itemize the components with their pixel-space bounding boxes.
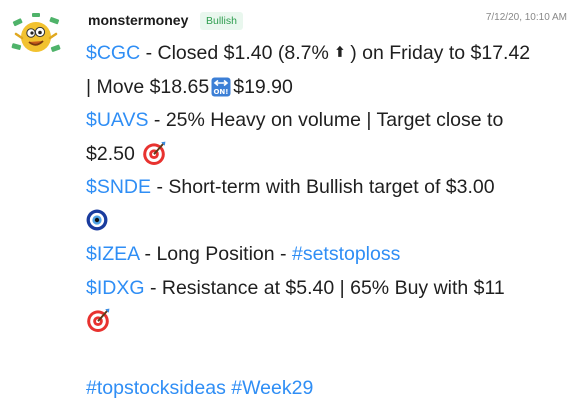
post-line bbox=[86, 305, 566, 339]
post-body: $CGC - Closed $1.40 (8.7% ) on Friday to… bbox=[86, 37, 566, 406]
username[interactable]: monstermoney bbox=[88, 12, 188, 28]
direct-hit-emoji-icon bbox=[143, 141, 166, 165]
post-line: #topstocksideas #Week29 bbox=[86, 372, 566, 406]
post-text: - Resistance at $5.40 | 65% Buy with $11 bbox=[144, 276, 505, 299]
direct-hit-emoji-icon bbox=[87, 308, 110, 332]
stocktwits-post: monstermoney Bullish 7/12/20, 10:10 AM $… bbox=[0, 0, 575, 402]
ticker-link-snde[interactable]: $SNDE bbox=[86, 176, 151, 198]
on-arrow-emoji-icon: ON! bbox=[211, 77, 231, 96]
post-line: | Move $18.65 ON! $19.90 bbox=[86, 71, 566, 105]
ticker-link-izea[interactable]: $IZEA bbox=[86, 243, 139, 265]
post-text: | Move $18.65 bbox=[86, 75, 210, 98]
up-arrow-emoji-icon bbox=[336, 45, 344, 57]
hashtag-link-setstoploss[interactable]: #setstoploss bbox=[292, 243, 400, 265]
post-text: ) on Friday to $17.42 bbox=[350, 42, 531, 64]
post-line: $IZEA - Long Position - #setstoploss bbox=[86, 238, 566, 272]
ticker-link-idxg[interactable]: $IDXG bbox=[86, 277, 145, 299]
post-text: - 25% Heavy on volume | Target close to bbox=[148, 109, 504, 131]
post-line: $SNDE - Short-term with Bullish target o… bbox=[86, 171, 566, 205]
post-line: $2.50 bbox=[86, 138, 566, 172]
hashtag-link-week29[interactable]: #Week29 bbox=[231, 377, 313, 399]
post-text: - Long Position - bbox=[139, 243, 292, 265]
nazar-amulet-emoji-icon bbox=[86, 209, 108, 230]
post-text: - Short-term with Bullish target of $3.0… bbox=[151, 176, 495, 198]
ticker-link-uavs[interactable]: $UAVS bbox=[86, 109, 149, 131]
svg-text:ON!: ON! bbox=[214, 88, 229, 96]
ticker-link-cgc[interactable]: $CGC bbox=[86, 42, 140, 64]
post-line: $UAVS - 25% Heavy on volume | Target clo… bbox=[86, 104, 566, 138]
sentiment-badge: Bullish bbox=[200, 12, 243, 30]
monster-avatar-icon[interactable] bbox=[10, 10, 62, 62]
post-text: $19.90 bbox=[233, 75, 293, 98]
post-timestamp[interactable]: 7/12/20, 10:10 AM bbox=[486, 12, 567, 23]
post-text: - Closed $1.40 (8.7% bbox=[140, 42, 335, 64]
post-text: $2.50 bbox=[86, 142, 135, 165]
post-line: $IDXG - Resistance at $5.40 | 65% Buy wi… bbox=[86, 272, 566, 306]
post-line: $CGC - Closed $1.40 (8.7% ) on Friday to… bbox=[86, 37, 566, 71]
post-line bbox=[86, 205, 566, 239]
hashtag-link-topstocksideas[interactable]: #topstocksideas bbox=[86, 377, 226, 399]
